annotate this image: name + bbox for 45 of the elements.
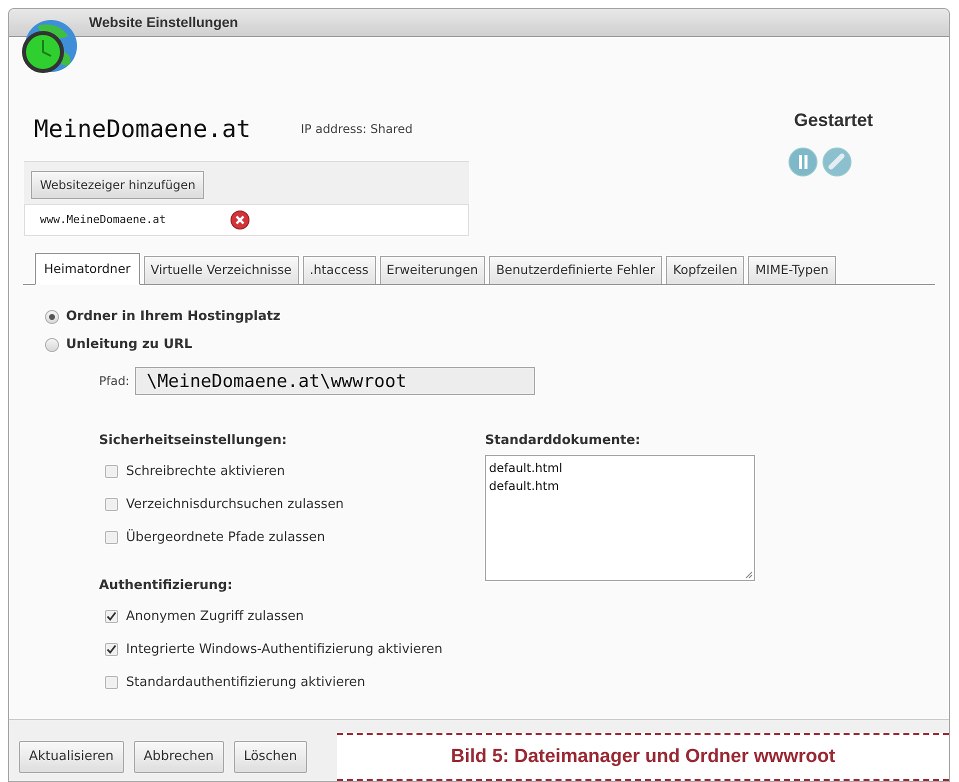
tab[interactable]: .htaccess (302, 256, 376, 284)
checkbox[interactable] (105, 498, 118, 511)
checkbox-label: Schreibrechte aktivieren (126, 462, 286, 481)
delete-icon[interactable] (230, 210, 250, 230)
add-binding-button[interactable]: Websitezeiger hinzufügen (31, 171, 204, 199)
resize-grip-icon[interactable] (745, 571, 753, 579)
checkbox-label: Übergeordnete Pfade zulassen (126, 528, 326, 547)
section-heading: Authentifizierung: (99, 577, 234, 595)
path-field[interactable]: \MeineDomaene.at\wwwroot (135, 367, 536, 395)
section-heading: Standarddokumente: (485, 432, 642, 450)
checkbox-label: Standardauthentifizierung aktivieren (126, 674, 366, 692)
radio-label: Ordner in Ihrem Hostingplatz (66, 308, 280, 326)
radio-button[interactable] (45, 310, 59, 324)
tab[interactable]: Heimatordner (35, 253, 140, 285)
checkbox[interactable] (105, 676, 118, 689)
caption-text: Bild 5: Dateimanager und Ordner wwwroot (450, 744, 836, 769)
path-label: Pfad: (99, 373, 130, 390)
status-label: Gestartet (794, 109, 873, 132)
action-button[interactable]: Löschen (234, 741, 308, 773)
checkbox[interactable] (105, 643, 118, 656)
tab[interactable]: Benutzerdefinierte Fehler (489, 256, 662, 284)
action-button[interactable]: Aktualisieren (19, 741, 124, 773)
default-documents-field[interactable]: default.html default.htm (485, 455, 755, 581)
stop-icon[interactable] (821, 146, 853, 178)
tab[interactable]: Virtuelle Verzeichnisse (144, 256, 299, 284)
document-entry: default.html (489, 460, 564, 477)
site-name: MeineDomaene.at (34, 114, 251, 145)
checkbox-label: Anonymen Zugriff zulassen (126, 608, 304, 626)
tab[interactable]: Kopfzeilen (666, 256, 744, 284)
checkbox-label: Integrierte Windows-Authentifizierung aktivieren (126, 640, 442, 659)
radio-label: Unleitung zu URL (66, 336, 192, 354)
binding-address: www.MeineDomaene.at (40, 212, 167, 228)
section-heading: Sicherheitseinstellungen: (99, 432, 288, 450)
tab[interactable]: MIME-Typen (748, 256, 836, 284)
document-entry: default.htm (489, 478, 560, 495)
window-title: Website Einstellungen (89, 13, 238, 32)
checkbox[interactable] (105, 531, 118, 544)
checkbox[interactable] (105, 610, 118, 623)
tab[interactable]: Erweiterungen (380, 256, 486, 284)
radio-button[interactable] (45, 338, 59, 352)
checkbox-label: Verzeichnisdurchsuchen zulassen (126, 496, 344, 514)
checkbox[interactable] (105, 465, 118, 478)
action-button[interactable]: Abbrechen (134, 741, 224, 773)
pause-icon[interactable] (787, 146, 819, 178)
ip-address-label: IP address: Shared (300, 121, 413, 138)
